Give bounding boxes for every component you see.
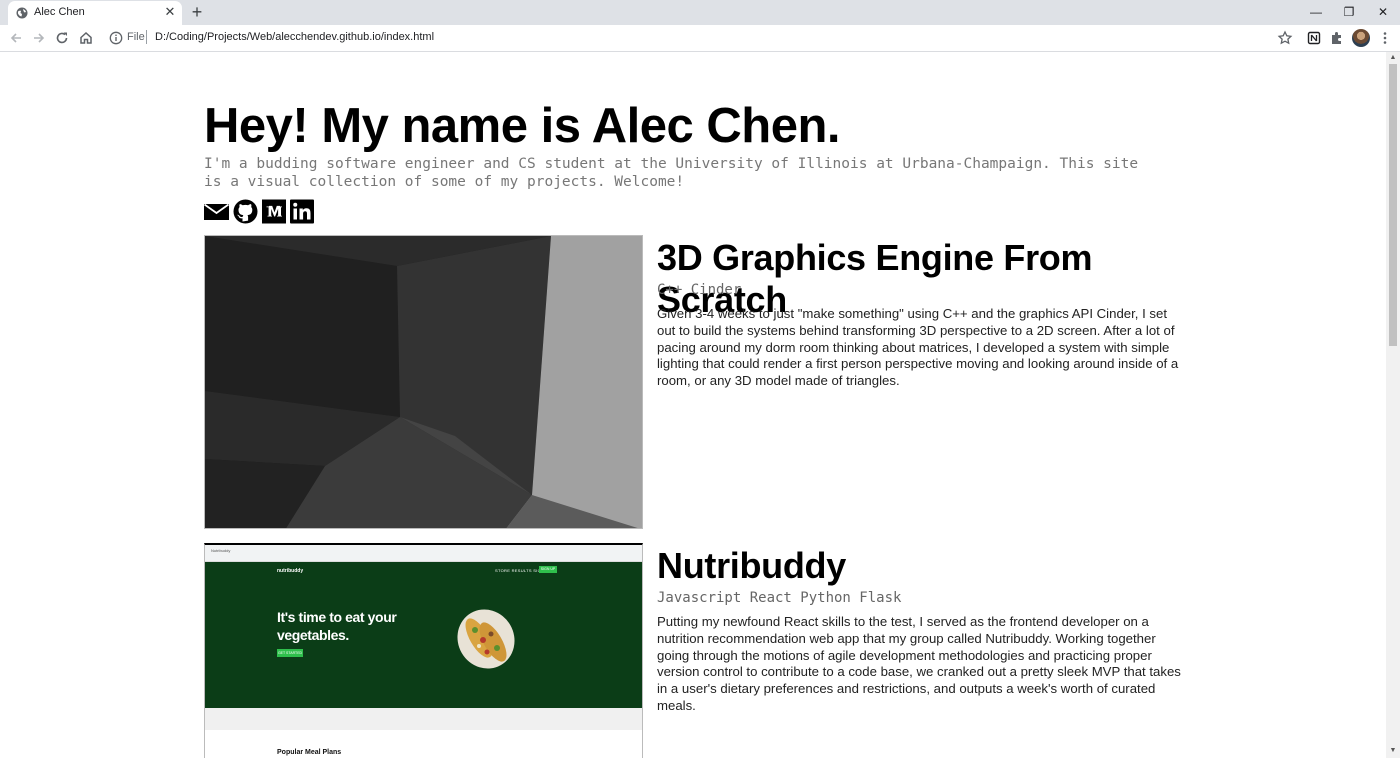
- back-icon[interactable]: [8, 30, 24, 46]
- nutribuddy-logo: nutribuddy: [277, 568, 304, 574]
- info-icon[interactable]: [109, 31, 123, 45]
- project-tags: C++ Cinder: [657, 282, 742, 298]
- project-description: Putting my newfound React skills to the …: [657, 614, 1181, 713]
- project-image-graphics-engine[interactable]: [204, 235, 643, 529]
- nutribuddy-headline: It's time to eat your vegetables.: [277, 609, 397, 643]
- github-icon[interactable]: [233, 199, 258, 224]
- home-icon[interactable]: [78, 30, 94, 46]
- taco-plate-image: [457, 609, 515, 669]
- new-tab-button[interactable]: +: [189, 3, 205, 21]
- project-description: Given 3-4 weeks to just "make something"…: [657, 306, 1179, 389]
- more-menu-icon[interactable]: [1377, 30, 1393, 46]
- notion-extension-icon[interactable]: [1306, 30, 1322, 46]
- forward-icon[interactable]: [31, 30, 47, 46]
- project-tags: Javascript React Python Flask: [657, 590, 902, 606]
- nutribuddy-signup-button: SIGN UP: [539, 566, 557, 573]
- url-separator: [146, 30, 147, 44]
- restore-button[interactable]: ❐: [1332, 0, 1366, 25]
- page-content: Hey! My name is Alec Chen. I'm a budding…: [0, 52, 1386, 758]
- nutribuddy-section-title: Popular Meal Plans: [277, 749, 342, 756]
- email-icon[interactable]: [204, 199, 229, 224]
- reload-icon[interactable]: [54, 30, 70, 46]
- bookmark-star-icon[interactable]: [1277, 30, 1293, 46]
- profile-avatar[interactable]: [1352, 29, 1370, 47]
- nutribuddy-meal-section: Popular Meal Plans: [205, 730, 642, 758]
- linkedin-icon[interactable]: [290, 199, 315, 224]
- globe-icon: [16, 7, 28, 19]
- vertical-scrollbar[interactable]: ▲ ▼: [1386, 52, 1400, 758]
- tab-close-icon[interactable]: ✕: [163, 5, 177, 19]
- nutribuddy-hero: nutribuddy STORE RESULTS SIGN IN SIGN UP…: [205, 562, 642, 708]
- rendered-room-image: [205, 236, 642, 528]
- scrollbar-thumb[interactable]: [1389, 64, 1397, 346]
- extensions-puzzle-icon[interactable]: [1329, 30, 1345, 46]
- scroll-up-icon[interactable]: ▲: [1389, 54, 1397, 62]
- scroll-down-icon[interactable]: ▼: [1389, 747, 1397, 755]
- project-title: Nutribuddy: [657, 545, 846, 586]
- nutribuddy-tab-label: Nutribuddy: [211, 548, 231, 553]
- tab-title: Alec Chen: [34, 6, 85, 18]
- project-card-nutribuddy: Nutribuddy nutribuddy STORE RESULTS SIGN…: [204, 543, 1189, 758]
- project-card-graphics-engine: 3D Graphics Engine From Scratch C++ Cind…: [204, 235, 1189, 530]
- browser-toolbar: File D:/Coding/Projects/Web/alecchendev.…: [0, 25, 1400, 52]
- project-image-nutribuddy[interactable]: Nutribuddy nutribuddy STORE RESULTS SIGN…: [204, 543, 643, 758]
- page-title: Hey! My name is Alec Chen.: [204, 99, 841, 153]
- intro-text: I'm a budding software engineer and CS s…: [204, 156, 1139, 190]
- address-bar[interactable]: D:/Coding/Projects/Web/alecchendev.githu…: [155, 31, 434, 43]
- tab-strip: Alec Chen ✕ + — ❐ ✕: [0, 0, 1400, 25]
- close-window-button[interactable]: ✕: [1366, 0, 1400, 25]
- nutribuddy-divider-band: [205, 708, 642, 730]
- medium-icon[interactable]: [262, 199, 287, 224]
- minimize-button[interactable]: —: [1299, 0, 1333, 25]
- url-scheme: File: [127, 31, 145, 43]
- browser-tab[interactable]: Alec Chen ✕: [8, 1, 182, 25]
- nutribuddy-cta-button: GET STARTED: [277, 649, 303, 657]
- nutribuddy-browser-chrome: Nutribuddy: [205, 545, 642, 562]
